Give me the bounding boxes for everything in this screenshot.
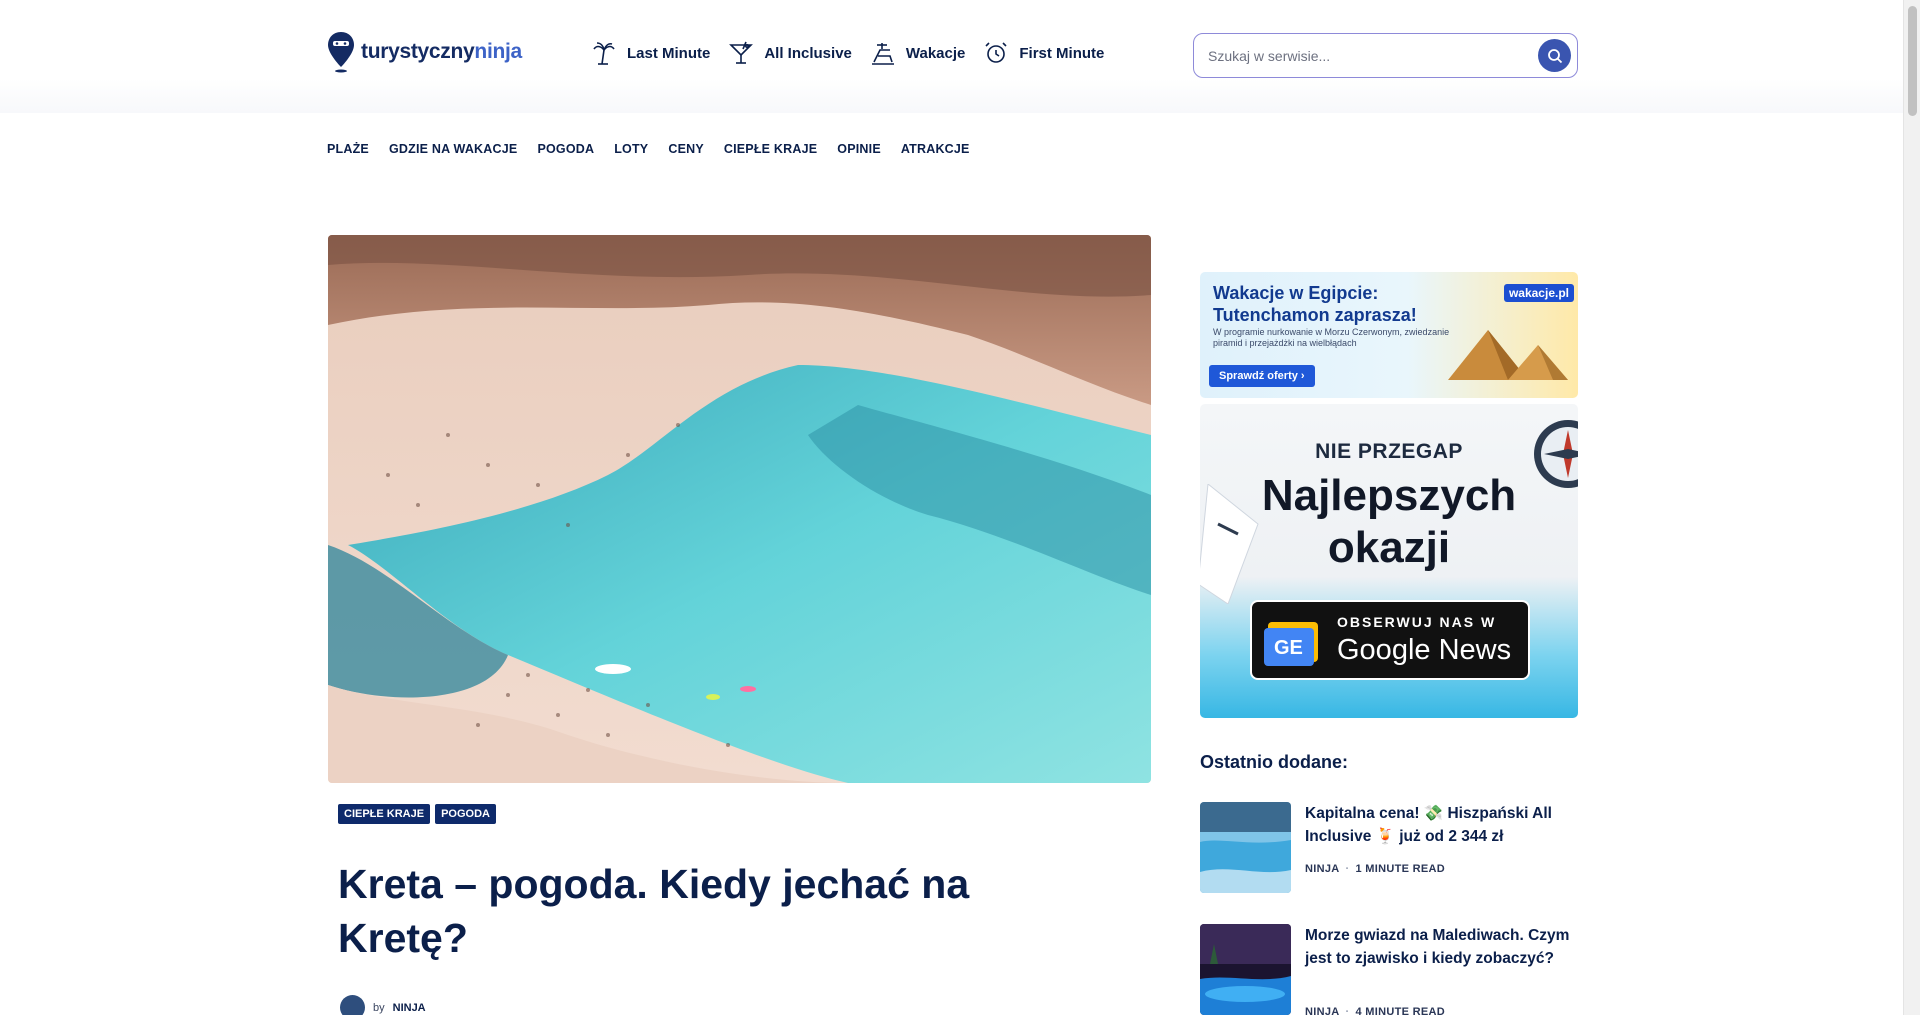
beach-lagoon-photo — [328, 235, 1151, 783]
ad-brand: wakacje.pl — [1503, 284, 1574, 302]
ad-headline-line1: Wakacje w Egipcie: — [1213, 283, 1379, 303]
nav-ceny[interactable]: CENY — [668, 142, 704, 156]
separator-dot: · — [1345, 863, 1350, 875]
logo-text-part2: ninja — [474, 40, 522, 63]
pool-photo — [1200, 802, 1291, 893]
post-title[interactable]: Kapitalna cena! 💸 Hiszpański All Inclusi… — [1305, 802, 1575, 848]
top-menu: Last Minute All Inclusive Wakacje First … — [591, 40, 1104, 66]
search-button[interactable] — [1538, 39, 1571, 72]
ad-headline: Wakacje w Egipcie: Tutenchamon zaprasza! — [1213, 282, 1417, 326]
post-author[interactable]: NINJA — [1305, 863, 1340, 875]
byline-prefix: by — [373, 1001, 385, 1014]
search-icon — [1547, 48, 1562, 63]
ninja-pin-icon — [328, 32, 354, 73]
google-news-badge[interactable]: GE OBSERWUJ NAS W Google News — [1250, 600, 1530, 680]
menu-wakacje[interactable]: Wakacje — [870, 40, 965, 66]
nav-cieple-kraje[interactable]: CIEPŁE KRAJE — [724, 142, 817, 156]
nav-loty[interactable]: LOTY — [614, 142, 648, 156]
nav-pogoda[interactable]: POGODA — [537, 142, 594, 156]
boarding-pass-icon — [1200, 484, 1259, 604]
article-tags: CIEPŁE KRAJE POGODA — [338, 804, 496, 824]
beach-chair-icon — [871, 43, 894, 65]
menu-last-minute[interactable]: Last Minute — [591, 40, 710, 66]
compass-icon — [1534, 420, 1578, 488]
search-input[interactable] — [1208, 44, 1508, 68]
google-news-icon: GE — [1264, 622, 1318, 666]
post-thumbnail[interactable] — [1200, 924, 1291, 1015]
post-thumbnail[interactable] — [1200, 802, 1291, 893]
hero-image[interactable] — [328, 235, 1151, 783]
palm-tree-icon — [593, 42, 615, 65]
nav-opinie[interactable]: OPINIE — [837, 142, 881, 156]
recent-post[interactable]: Morze gwiazd na Malediwach. Czym jest to… — [1200, 924, 1578, 1015]
separator-dot: · — [1345, 1006, 1350, 1015]
post-meta: NINJA · 1 MINUTE READ — [1305, 863, 1445, 875]
tag-pogoda[interactable]: POGODA — [435, 804, 496, 824]
logo-text-part1: turystyczny — [361, 40, 475, 63]
menu-label: First Minute — [1019, 44, 1105, 62]
gn-line1: OBSERWUJ NAS W — [1337, 614, 1497, 630]
post-author[interactable]: NINJA — [1305, 1006, 1340, 1015]
page-scrollbar[interactable] — [1903, 0, 1920, 1015]
nav-plaze[interactable]: PLAŻE — [327, 142, 369, 156]
clock-icon — [985, 42, 1007, 63]
menu-first-minute[interactable]: First Minute — [983, 40, 1104, 66]
page: turystycznyninja Last Minute All Inclusi… — [0, 0, 1920, 1015]
cocktail-icon — [729, 41, 754, 64]
ad-headline-line2: Tutenchamon zaprasza! — [1213, 305, 1417, 325]
recent-post[interactable]: Kapitalna cena! 💸 Hiszpański All Inclusi… — [1200, 802, 1578, 894]
site-logo[interactable]: turystycznyninja — [327, 31, 522, 73]
post-read-time: 4 MINUTE READ — [1355, 1006, 1445, 1015]
search-box — [1193, 33, 1578, 78]
pyramids-icon — [1448, 330, 1568, 380]
nav-atrakcje[interactable]: ATRAKCJE — [901, 142, 970, 156]
tag-cieple-kraje[interactable]: CIEPŁE KRAJE — [338, 804, 431, 824]
article-title: Kreta – pogoda. Kiedy jechać na Kretę? — [338, 861, 970, 961]
post-title[interactable]: Morze gwiazd na Malediwach. Czym jest to… — [1305, 924, 1575, 970]
post-meta: NINJA · 4 MINUTE READ — [1305, 1006, 1445, 1015]
ad-cta-button[interactable]: Sprawdź oferty › — [1209, 365, 1315, 387]
gn-line2: Google News — [1337, 634, 1512, 666]
author-avatar[interactable] — [340, 995, 365, 1015]
recent-posts-heading: Ostatnio dodane: — [1200, 752, 1348, 772]
article-byline: by NINJA — [340, 995, 426, 1015]
menu-label: All Inclusive — [764, 44, 852, 62]
menu-label: Last Minute — [627, 44, 711, 62]
ad-banner-egypt[interactable]: Wakacje w Egipcie: Tutenchamon zaprasza!… — [1200, 272, 1578, 398]
ad-banner-google-news[interactable]: NIE PRZEGAP Najlepszych okazji GE OBSERW… — [1200, 404, 1578, 718]
ad-subtext: W programie nurkowanie w Morzu Czerwonym… — [1213, 327, 1450, 348]
menu-label: Wakacje — [905, 44, 966, 62]
post-read-time: 1 MINUTE READ — [1355, 863, 1445, 875]
scrollbar-thumb[interactable] — [1908, 6, 1917, 116]
nav-gdzie-na-wakacje[interactable]: GDZIE NA WAKACJE — [389, 142, 517, 156]
svg-text:GE: GE — [1274, 637, 1303, 659]
author-name[interactable]: NINJA — [393, 1002, 426, 1014]
category-nav: PLAŻE GDZIE NA WAKACJE POGODA LOTY CENY … — [327, 142, 970, 156]
menu-all-inclusive[interactable]: All Inclusive — [728, 40, 852, 66]
site-header: turystycznyninja Last Minute All Inclusi… — [0, 0, 1903, 113]
night-beach-photo — [1200, 924, 1291, 1015]
ad-line1: NIE PRZEGAP — [1315, 440, 1463, 463]
